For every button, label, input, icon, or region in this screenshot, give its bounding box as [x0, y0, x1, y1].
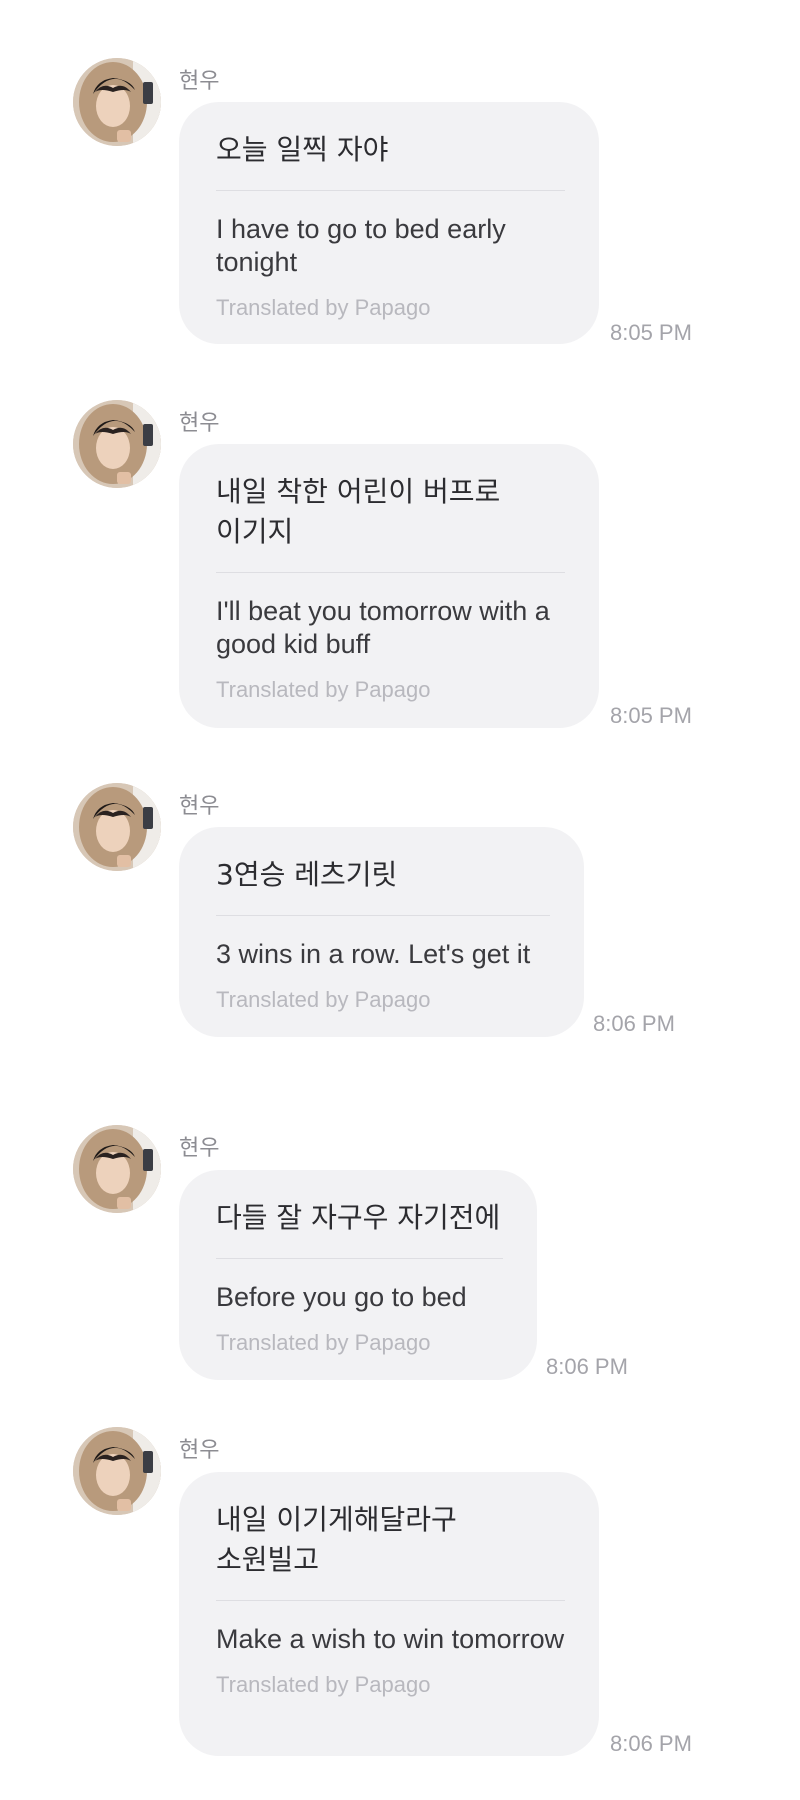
- sender-name: 현우: [179, 1438, 220, 1463]
- bubble-divider: [216, 190, 565, 191]
- translation-credit: Translated by Papago: [216, 295, 431, 320]
- translation-credit: Translated by Papago: [216, 677, 431, 702]
- message-time: 8:06 PM: [610, 1731, 692, 1756]
- sender-avatar[interactable]: [73, 1125, 161, 1213]
- profile-photo-icon: [73, 400, 161, 488]
- translated-text: Make a wish to win tomorrow: [216, 1624, 565, 1654]
- sender-avatar[interactable]: [73, 400, 161, 488]
- message-time: 8:06 PM: [546, 1354, 628, 1379]
- sender-name: 현우: [179, 794, 220, 819]
- message-bubble[interactable]: 내일 착한 어린이 버프로 이기지 I'll beat you tomorrow…: [179, 444, 599, 728]
- translated-text: I'll beat you tomorrow with a good kid b…: [216, 596, 550, 659]
- profile-photo-icon: [73, 783, 161, 871]
- bubble-divider: [216, 1600, 565, 1601]
- translation-credit: Translated by Papago: [216, 1330, 431, 1355]
- original-text: 내일 이기게해달라구 소원빌고: [216, 1503, 457, 1576]
- bubble-divider: [216, 572, 565, 573]
- translation-credit: Translated by Papago: [216, 1672, 431, 1697]
- original-text: 다들 잘 자구우 자기전에: [216, 1201, 501, 1234]
- chat-thread: 현우 오늘 일찍 자야 I have to go to bed early to…: [0, 0, 800, 1800]
- message-time: 8:05 PM: [610, 703, 692, 728]
- sender-avatar[interactable]: [73, 783, 161, 871]
- profile-photo-icon: [73, 58, 161, 146]
- message-time: 8:05 PM: [610, 320, 692, 345]
- translated-text: Before you go to bed: [216, 1282, 467, 1312]
- sender-name: 현우: [179, 411, 220, 436]
- original-text: 오늘 일찍 자야: [216, 133, 389, 166]
- bubble-divider: [216, 915, 550, 916]
- message-bubble[interactable]: 오늘 일찍 자야 I have to go to bed early tonig…: [179, 102, 599, 344]
- message-bubble[interactable]: 다들 잘 자구우 자기전에 Before you go to bed Trans…: [179, 1170, 537, 1380]
- message-time: 8:06 PM: [593, 1011, 675, 1036]
- sender-name: 현우: [179, 69, 220, 94]
- profile-photo-icon: [73, 1427, 161, 1515]
- sender-name: 현우: [179, 1136, 220, 1161]
- translated-text: 3 wins in a row. Let's get it: [216, 939, 531, 969]
- original-text: 내일 착한 어린이 버프로 이기지: [216, 475, 501, 548]
- sender-avatar[interactable]: [73, 58, 161, 146]
- bubble-divider: [216, 1258, 503, 1259]
- message-bubble[interactable]: 3연승 레츠기릿 3 wins in a row. Let's get it T…: [179, 827, 584, 1037]
- message-bubble[interactable]: 내일 이기게해달라구 소원빌고 Make a wish to win tomor…: [179, 1472, 599, 1756]
- translation-credit: Translated by Papago: [216, 987, 431, 1012]
- translated-text: I have to go to bed early tonight: [216, 214, 506, 277]
- profile-photo-icon: [73, 1125, 161, 1213]
- sender-avatar[interactable]: [73, 1427, 161, 1515]
- original-text: 3연승 레츠기릿: [216, 858, 398, 891]
